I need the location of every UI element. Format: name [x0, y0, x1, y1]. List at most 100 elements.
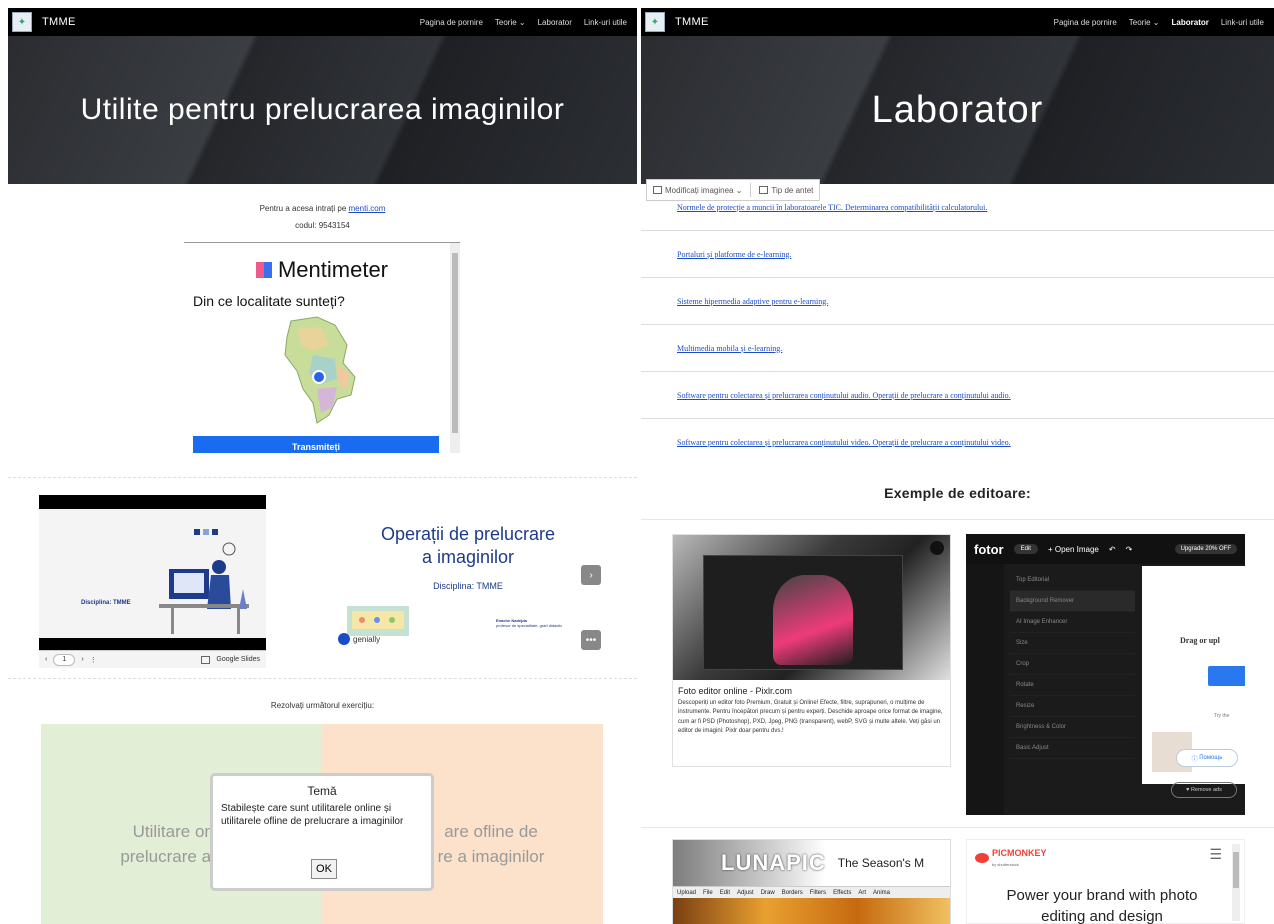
menu-item[interactable]: Adjust [737, 890, 754, 896]
moldova-map[interactable] [277, 315, 367, 425]
slides-icon [201, 655, 211, 664]
hero: Utilite pentru prelucrarea imaginilor [8, 36, 637, 184]
fotor-logo[interactable]: fotor [974, 542, 1004, 557]
illustration-icon [159, 529, 249, 634]
hero: Laborator Modificați imaginea ⌄ Tip de a… [641, 36, 1274, 201]
list-item: Software pentru colectarea și prelucrare… [641, 419, 1274, 453]
scroll-thumb[interactable] [452, 253, 458, 433]
lab-link[interactable]: Software pentru colectarea și prelucrare… [677, 391, 1011, 400]
page-number[interactable]: 1 [53, 653, 76, 666]
genially-wordmark: genially [353, 634, 381, 644]
drag-upload-text: Drag or upl [1180, 636, 1220, 645]
nav-theory[interactable]: Teorie ⌄ [495, 18, 526, 27]
menu-item[interactable]: Borders [782, 890, 803, 896]
nav-lab[interactable]: Laborator [538, 18, 572, 27]
editors-page: Exemple de editoare: Foto editor online … [641, 477, 1274, 924]
help-label: Помощь [1199, 755, 1223, 761]
fotor-toolbar: fotor Edit + Open Image ↶ ↷ Upgrade 20% … [966, 534, 1245, 564]
redo-icon[interactable]: ↷ [1126, 545, 1133, 554]
help-icon: ⓘ [1191, 756, 1200, 763]
lab-link[interactable]: Portaluri și platforme de e-learning. [677, 250, 791, 259]
task-dialog: Temă Stabilește care sunt utilitarele on… [210, 773, 434, 891]
menu-item[interactable]: Crop [1010, 654, 1135, 675]
section-divider [641, 519, 1274, 520]
help-button[interactable]: ⓘ Помощь [1176, 749, 1238, 767]
picmonkey-headline: Power your brand with photo editing and … [1006, 887, 1198, 924]
lunapic-embed[interactable]: LUNAPIC The Season's M Upload File Edit … [672, 839, 951, 924]
genially-menu-button[interactable]: ••• [581, 630, 601, 650]
menu-item[interactable]: File [703, 890, 713, 896]
brand[interactable]: TMME [675, 16, 709, 28]
nav-theory[interactable]: Teorie ⌄ [1129, 18, 1160, 27]
scrollbar[interactable] [1232, 844, 1240, 921]
fotor-embed[interactable]: fotor Edit + Open Image ↶ ↷ Upgrade 20% … [966, 534, 1245, 815]
menu-item[interactable]: Basic Adjust [1010, 738, 1135, 759]
scrollbar[interactable] [450, 243, 460, 453]
scroll-thumb[interactable] [1233, 852, 1239, 888]
nav-home[interactable]: Pagina de pornire [420, 18, 483, 27]
submit-button[interactable]: Transmiteți [193, 436, 439, 453]
slide: Disciplina: TMME [39, 509, 266, 638]
google-slides-link[interactable]: Google Slides [201, 655, 260, 664]
menu-item[interactable]: Art [858, 890, 866, 896]
menu-item[interactable]: Edit [720, 890, 730, 896]
menu-item[interactable]: Draw [761, 890, 775, 896]
lab-link[interactable]: Multimedia mobila și e-learning. [677, 344, 782, 353]
remove-ads-button[interactable]: ♥ Remove ads [1171, 782, 1237, 798]
mentimeter-embed[interactable]: Mentimeter Din ce localitate sunteți? Tr… [184, 242, 460, 453]
next-icon[interactable]: › [81, 656, 83, 663]
ok-button[interactable]: OK [311, 859, 337, 879]
picmonkey-sub: by shutterstock [992, 862, 1019, 867]
picmonkey-logo[interactable]: PICMONKEY by shutterstock [975, 848, 1047, 868]
genially-logo[interactable]: genially [338, 633, 380, 645]
lunapic-logo[interactable]: LUNAPIC [721, 850, 826, 876]
menu-item[interactable]: Background Remover [1010, 591, 1135, 612]
menu-item[interactable]: Resize [1010, 696, 1135, 717]
nav-lab[interactable]: Laborator [1172, 18, 1209, 27]
menu-item[interactable]: Top Editorial [1010, 570, 1135, 591]
logo-icon: ✦ [17, 16, 27, 28]
pixlr-title[interactable]: Foto editor online - Pixlr.com [673, 680, 950, 699]
google-slides-embed[interactable]: Disciplina: TMME ‹ 1 › ⋮ Google Slides [39, 495, 266, 668]
more-icon: ••• [585, 634, 597, 646]
fotor-sidebar [966, 564, 1004, 815]
undo-icon[interactable]: ↶ [1109, 545, 1116, 554]
open-image-button[interactable]: + Open Image [1048, 545, 1099, 554]
list-item: Software pentru colectarea și prelucrare… [641, 372, 1274, 419]
nav-links-useful[interactable]: Link-uri utile [584, 18, 627, 27]
menti-link[interactable]: menti.com [349, 204, 386, 213]
menu-item[interactable]: Rotate [1010, 675, 1135, 696]
nav-links-useful[interactable]: Link-uri utile [1221, 18, 1264, 27]
slides-controls: ‹ 1 › ⋮ Google Slides [39, 650, 266, 668]
more-icon[interactable]: ⋮ [90, 656, 97, 664]
upgrade-button[interactable]: Upgrade 20% OFF [1174, 544, 1237, 554]
exercise-instruction: Rezolvați următorul exercițiu: [270, 701, 375, 710]
menu-item[interactable]: AI Image Enhancer [1010, 612, 1135, 633]
prev-icon[interactable]: ‹ [45, 656, 47, 663]
site-logo[interactable]: ✦ [645, 12, 665, 32]
lab-link[interactable]: Software pentru colectarea și prelucrare… [677, 438, 1011, 447]
section-title: Exemple de editoare: [884, 485, 1031, 501]
navbar: ✦ TMME Pagina de pornire Teorie ⌄ Labora… [641, 8, 1274, 36]
lunapic-menu: Upload File Edit Adjust Draw Borders Fil… [673, 886, 950, 898]
picmonkey-embed[interactable]: PICMONKEY by shutterstock ☰ Power your br… [966, 839, 1245, 924]
menu-icon[interactable]: ☰ [1209, 846, 1222, 863]
pixlr-thumbnail [673, 535, 950, 680]
menu-item[interactable]: Brightness & Color [1010, 717, 1135, 738]
menu-item[interactable]: Filters [810, 890, 826, 896]
pixlr-card[interactable]: Foto editor online - Pixlr.com Descoperi… [672, 534, 951, 767]
genially-title-line-2: a imaginilor [421, 547, 515, 568]
next-slide-button[interactable]: › [581, 565, 601, 585]
menu-item[interactable]: Upload [677, 890, 696, 896]
menu-item[interactable]: Effects [833, 890, 851, 896]
site-logo[interactable]: ✦ [12, 12, 32, 32]
brand[interactable]: TMME [42, 16, 76, 28]
lab-link[interactable]: Normele de protecție a muncii în laborat… [677, 203, 987, 212]
menu-item[interactable]: Anima [873, 890, 890, 896]
lab-link[interactable]: Sisteme hipermedia adaptive pentru e-lea… [677, 297, 828, 306]
upload-button[interactable] [1208, 666, 1245, 686]
nav-home[interactable]: Pagina de pornire [1054, 18, 1117, 27]
page-body: Pentru a acesa intrați pe menti.com codu… [8, 184, 637, 453]
edit-button[interactable]: Edit [1013, 544, 1038, 554]
tools-page: ✦ TMME Pagina de pornire Teorie ⌄ Labora… [8, 8, 637, 453]
